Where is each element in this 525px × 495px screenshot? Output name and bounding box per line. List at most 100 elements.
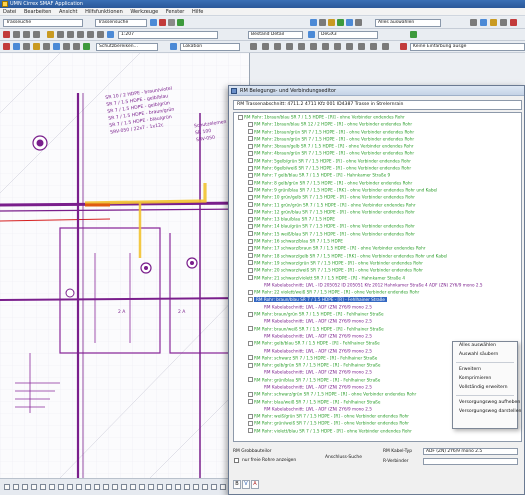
move-icon[interactable] bbox=[23, 31, 30, 38]
free-pipes-checkbox[interactable] bbox=[234, 458, 239, 463]
pipe-row[interactable]: RM Rohr: 1braun/blau SR 12 / 2 HDPE - [R… bbox=[234, 120, 521, 127]
location-icon[interactable] bbox=[170, 43, 177, 50]
expand-icon[interactable] bbox=[248, 238, 253, 244]
expand-icon[interactable] bbox=[238, 114, 243, 120]
context-menu-item[interactable]: Versorgungsweg darstellen bbox=[453, 408, 521, 417]
tool-icon[interactable] bbox=[220, 484, 226, 490]
refresh-icon[interactable] bbox=[480, 19, 487, 26]
pipe-row[interactable]: RM Rohr: 4braun/grün SR 7 / 1.5 HDPE - [… bbox=[234, 149, 521, 156]
pipe-row[interactable]: RM Rohr: 19 schwarz/grün SR 7 / 1.5 HDPE… bbox=[234, 259, 521, 266]
expand-icon[interactable] bbox=[248, 267, 253, 273]
connector-field[interactable] bbox=[423, 458, 518, 465]
grid-snap-icon[interactable] bbox=[358, 43, 365, 50]
expand-icon[interactable] bbox=[248, 362, 253, 368]
split-icon[interactable] bbox=[298, 43, 305, 50]
layer-add-icon[interactable] bbox=[370, 43, 377, 50]
tool-icon[interactable] bbox=[31, 484, 37, 490]
tool-icon[interactable] bbox=[94, 484, 100, 490]
ruler-icon[interactable] bbox=[23, 43, 30, 50]
tool-icon[interactable] bbox=[166, 484, 172, 490]
zoom-window-icon[interactable] bbox=[87, 31, 94, 38]
pan-icon[interactable] bbox=[57, 31, 64, 38]
tool-icon[interactable] bbox=[211, 484, 217, 490]
window-icon[interactable] bbox=[500, 19, 507, 26]
marker-icon[interactable] bbox=[3, 43, 10, 50]
tool-icon[interactable] bbox=[121, 484, 127, 490]
anschluss-search-label[interactable]: Anschluss-Suche bbox=[325, 454, 362, 461]
zoom-full-icon[interactable] bbox=[97, 31, 104, 38]
context-menu-item[interactable]: Versorgungsweg aufheben bbox=[453, 399, 520, 408]
cable-row[interactable]: RM Kabelabschnitt: LWL - ID 205052 ID 20… bbox=[234, 281, 521, 288]
tool-icon[interactable] bbox=[4, 484, 10, 490]
expand-icon[interactable] bbox=[248, 121, 253, 127]
expand-icon[interactable] bbox=[248, 180, 253, 186]
pipe-row[interactable]: RM Rohr: 2braun/grün SR 7 / 1.5 HDPE - [… bbox=[234, 135, 521, 142]
expand-icon[interactable] bbox=[248, 187, 253, 193]
expand-icon[interactable] bbox=[248, 150, 253, 156]
pipe-row[interactable]: RM Rohr: braun/grün SR 7 / 1.5 HDPE - [R… bbox=[234, 310, 521, 317]
redo-icon[interactable] bbox=[346, 43, 353, 50]
pipe-row[interactable]: RM Rohr: braun/blau SR 7 / 1.5 HDPE - [R… bbox=[234, 295, 521, 302]
tool-icon[interactable] bbox=[148, 484, 154, 490]
tool-icon[interactable] bbox=[103, 484, 109, 490]
rotate-icon[interactable] bbox=[33, 31, 40, 38]
expand-icon[interactable] bbox=[248, 420, 253, 426]
check-icon[interactable] bbox=[83, 43, 90, 50]
ok-icon[interactable] bbox=[410, 31, 417, 38]
expand-icon[interactable] bbox=[248, 428, 253, 434]
pipe-row[interactable]: RM Rohr: 7 gelb/blau SR 7 / 1.5 HDPE - [… bbox=[234, 171, 521, 178]
tool-icon[interactable] bbox=[22, 484, 28, 490]
cable-type-field[interactable]: ADF (ZN) 2Y6/9 mono 2.5 bbox=[423, 448, 518, 455]
bold-button[interactable]: B bbox=[233, 480, 241, 489]
scale-combo[interactable]: 1:207 bbox=[118, 31, 218, 39]
symbol-icon[interactable] bbox=[73, 43, 80, 50]
tool-icon[interactable] bbox=[13, 484, 19, 490]
expand-icon[interactable] bbox=[248, 245, 253, 251]
world-icon[interactable] bbox=[107, 31, 114, 38]
scissors-icon[interactable] bbox=[47, 31, 54, 38]
select-icon[interactable] bbox=[274, 43, 281, 50]
pipe-row[interactable]: RM Rohr: 5gelb/grün SR 7 / 1.5 HDPE - [R… bbox=[234, 157, 521, 164]
layer-icon[interactable] bbox=[337, 19, 344, 26]
pipe-row[interactable]: RM Rohr: 11 grün/grün SR 7 / 1.5 HDPE - … bbox=[234, 201, 521, 208]
context-menu-item[interactable]: Alles auswählen bbox=[453, 342, 517, 351]
pipe-row[interactable]: RM Rohr: 20 schwarz/weiß SR 7 / 1.5 HDPE… bbox=[234, 266, 521, 273]
arrow-icon[interactable] bbox=[168, 19, 175, 26]
pipe-row[interactable]: RM Rohr: 3braun/gelb SR 7 / 1.5 HDPE - [… bbox=[234, 142, 521, 149]
expand-icon[interactable] bbox=[248, 172, 253, 178]
pipe-row[interactable]: RM Rohr: 1braun/blau SR 7 / 1.5 HDPE - [… bbox=[234, 113, 521, 120]
select-combo[interactable]: Alles auswählen bbox=[375, 19, 441, 27]
cable-row[interactable]: RM Kabelabschnitt: LWL - ADF (ZN) 2Y6/9 … bbox=[234, 303, 521, 310]
tool-icon[interactable] bbox=[85, 484, 91, 490]
expand-icon[interactable] bbox=[248, 165, 253, 171]
pipe-row[interactable]: RM Rohr: 6gelb/weiß SR 7 / 1.5 HDPE - [R… bbox=[234, 164, 521, 171]
attribute-icon[interactable] bbox=[382, 43, 389, 50]
expand-icon[interactable] bbox=[248, 377, 253, 383]
expand-icon[interactable] bbox=[248, 355, 253, 361]
expand-icon[interactable] bbox=[248, 311, 253, 317]
expand-icon[interactable] bbox=[248, 260, 253, 266]
close-icon[interactable] bbox=[510, 19, 517, 26]
context-menu-item[interactable]: Erweitern bbox=[453, 366, 517, 375]
pipe-row[interactable]: RM Rohr: 14 blau/grün SR 7 / 1.5 HDPE - … bbox=[234, 222, 521, 229]
tool-icon[interactable] bbox=[157, 484, 163, 490]
expand-icon[interactable] bbox=[248, 340, 253, 346]
search-icon[interactable] bbox=[310, 19, 317, 26]
expand-icon[interactable] bbox=[248, 136, 253, 142]
tool-icon[interactable] bbox=[139, 484, 145, 490]
expand-icon[interactable] bbox=[248, 216, 253, 222]
cable-row[interactable]: RM Kabelabschnitt: LWL - ADF (ZN) 2Y6/9 … bbox=[234, 317, 521, 324]
tool-icon[interactable] bbox=[175, 484, 181, 490]
color-icon[interactable] bbox=[400, 43, 407, 50]
trassenabschnitt-field[interactable]: RM Trassenabschnitt: 4711.2 4711 Kfz 001… bbox=[233, 100, 522, 110]
pipe-row[interactable]: RM Rohr: braun/weiß SR 7 / 1.5 HDPE - [R… bbox=[234, 325, 521, 332]
context-menu-item[interactable]: Komprimieren bbox=[453, 375, 517, 384]
tool-icon[interactable] bbox=[130, 484, 136, 490]
tool-icon[interactable] bbox=[40, 484, 46, 490]
expand-icon[interactable] bbox=[248, 391, 253, 397]
expand-icon[interactable] bbox=[248, 231, 253, 237]
copy-icon[interactable] bbox=[470, 19, 477, 26]
expand-icon[interactable] bbox=[248, 413, 253, 419]
pipe-row[interactable]: RM Rohr: 15 weiß/blau SR 7 / 1.5 HDPE - … bbox=[234, 230, 521, 237]
globe-icon[interactable] bbox=[346, 19, 353, 26]
